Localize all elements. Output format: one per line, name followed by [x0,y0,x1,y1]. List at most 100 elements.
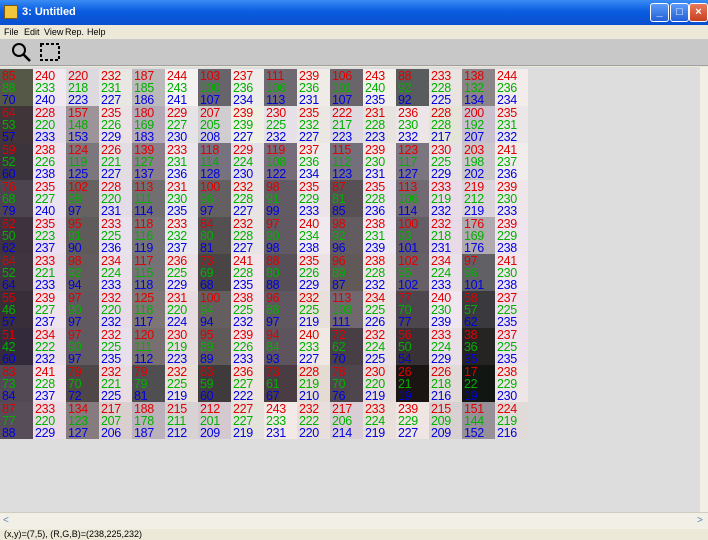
pixel-cell[interactable]: 241 237 236 [495,143,528,180]
pixel-cell[interactable]: 106 101 107 [330,69,363,106]
menu-edit[interactable]: Edit [24,27,40,38]
pixel-cell[interactable]: 76 68 79 [0,180,33,217]
pixel-cell[interactable]: 228 220 231 [99,180,132,217]
pixel-cell[interactable]: 85 88 70 [0,69,33,106]
maximize-button[interactable]: □ [670,3,689,22]
pixel-cell[interactable]: 239 226 233 [231,328,264,365]
pixel-cell[interactable]: 125 118 117 [132,291,165,328]
menu-rep[interactable]: Rep. [65,27,84,38]
pixel-cell[interactable]: 180 169 183 [132,106,165,143]
pixel-cell[interactable]: 239 227 237 [33,291,66,328]
pixel-cell[interactable]: 98 91 99 [264,180,297,217]
pixel-cell[interactable]: 232 224 225 [363,328,396,365]
pixel-cell[interactable]: 230 219 223 [165,328,198,365]
pixel-cell[interactable]: 236 227 222 [231,365,264,402]
pixel-cell[interactable]: 203 198 202 [462,143,495,180]
pixel-cell[interactable]: 77 70 77 [396,291,429,328]
pixel-cell[interactable]: 120 111 112 [132,328,165,365]
pixel-cell[interactable]: 239 239 227 [231,106,264,143]
pixel-cell[interactable]: 239 230 231 [363,143,396,180]
scroll-left-icon[interactable]: < [3,515,9,526]
pixel-cell[interactable]: 96 89 87 [330,254,363,291]
pixel-cell[interactable]: 239 229 227 [396,402,429,439]
pixel-cell[interactable]: 235 223 237 [33,217,66,254]
pixel-cell[interactable]: 232 220 232 [99,291,132,328]
pixel-cell[interactable]: 238 225 232 [231,291,264,328]
minimize-button[interactable]: _ [650,3,669,22]
pixel-cell[interactable]: 117 115 118 [132,254,165,291]
pixel-cell[interactable]: 62 50 62 [0,217,33,254]
pixel-cell[interactable]: 232 228 227 [231,180,264,217]
pixel-cell[interactable]: 119 108 122 [264,143,297,180]
pixel-cell[interactable]: 187 185 186 [132,69,165,106]
pixel-cell[interactable]: 237 236 234 [231,69,264,106]
pixel-cell[interactable]: 100 96 97 [198,180,231,217]
horizontal-scrollbar[interactable]: < > [0,512,708,529]
pixel-cell[interactable]: 73 61 67 [264,365,297,402]
pixel-cell[interactable]: 217 206 214 [330,402,363,439]
pixel-cell[interactable]: 233 225 236 [99,217,132,254]
pixel-cell[interactable]: 238 228 232 [363,254,396,291]
pixel-cell[interactable]: 224 219 216 [495,402,528,439]
pixel-cell[interactable]: 232 221 225 [99,365,132,402]
pixel-cell[interactable]: 56 50 54 [396,328,429,365]
pixel-cell[interactable]: 235 229 233 [297,180,330,217]
pixel-cell[interactable]: 235 226 229 [297,254,330,291]
pixel-cell[interactable]: 59 52 60 [0,143,33,180]
pixel-cell[interactable]: 212 201 209 [198,402,231,439]
pixel-cell[interactable]: 239 229 238 [495,217,528,254]
pixel-cell[interactable]: 134 123 127 [66,402,99,439]
pixel-cell[interactable]: 240 234 238 [297,217,330,254]
pixel-cell[interactable]: 228 219 210 [297,365,330,402]
pixel-cell[interactable]: 88 92 92 [396,69,429,106]
pixel-cell[interactable]: 231 228 223 [363,106,396,143]
pixel-cell[interactable]: 58 57 62 [462,291,495,328]
pixel-cell[interactable]: 84 80 81 [198,217,231,254]
pixel-cell[interactable]: 233 232 237 [165,217,198,254]
pixel-cell[interactable]: 176 169 176 [462,217,495,254]
pixel-cell[interactable]: 207 205 208 [198,106,231,143]
pixel-cell[interactable]: 98 92 94 [66,254,99,291]
pixel-cell[interactable]: 115 112 123 [330,143,363,180]
pixel-cell[interactable]: 230 225 232 [264,106,297,143]
pixel-cell[interactable]: 236 230 232 [396,106,429,143]
pixel-cell[interactable]: 238 226 238 [33,143,66,180]
pixel-cell[interactable]: 96 88 97 [264,291,297,328]
pixel-cell[interactable]: 231 230 235 [165,180,198,217]
pixel-cell[interactable]: 55 46 57 [0,291,33,328]
pixel-cell[interactable]: 232 225 235 [99,328,132,365]
pixel-cell[interactable]: 151 144 152 [462,402,495,439]
pixel-cell[interactable]: 215 211 212 [165,402,198,439]
pixel-cell[interactable]: 236 225 229 [165,254,198,291]
pixel-cell[interactable]: 230 225 229 [429,143,462,180]
pixel-cell[interactable]: 200 192 207 [462,106,495,143]
pixel-cell[interactable]: 244 236 234 [495,69,528,106]
pixel-cell[interactable]: 240 233 227 [297,328,330,365]
pixel-cell[interactable]: 232 225 219 [165,365,198,402]
pixel-cell[interactable]: 240 230 239 [429,291,462,328]
pixel-cell[interactable]: 233 231 236 [165,143,198,180]
pixel-cell[interactable]: 64 53 57 [0,106,33,143]
pixel-cell[interactable]: 243 240 235 [363,69,396,106]
pixel-cell[interactable]: 243 233 231 [264,402,297,439]
pixel-cell[interactable]: 111 106 113 [264,69,297,106]
pixel-cell[interactable]: 232 231 227 [99,69,132,106]
pixel-cell[interactable]: 227 227 219 [231,402,264,439]
pixel-cell[interactable]: 88 80 88 [264,254,297,291]
pixel-cell[interactable]: 229 227 230 [165,106,198,143]
pixel-cell[interactable]: 226 221 227 [99,143,132,180]
pixel-cell[interactable]: 118 116 119 [132,217,165,254]
pixel-cell[interactable]: 97 96 101 [462,254,495,291]
pixel-cell[interactable]: 239 230 233 [495,180,528,217]
pixel-cell[interactable]: 100 94 94 [198,291,231,328]
pixel-cell[interactable]: 95 91 90 [66,217,99,254]
zoom-tool[interactable] [9,41,33,63]
pixel-cell[interactable]: 83 73 84 [0,365,33,402]
pixel-cell[interactable]: 233 221 233 [33,254,66,291]
pixel-cell[interactable]: 233 220 229 [33,402,66,439]
pixel-cell[interactable]: 232 222 220 [297,402,330,439]
pixel-cell[interactable]: 78 70 76 [330,365,363,402]
pixel-cell[interactable]: 237 225 235 [495,291,528,328]
pixel-cell[interactable]: 219 212 219 [462,180,495,217]
pixel-cell[interactable]: 229 224 230 [231,143,264,180]
